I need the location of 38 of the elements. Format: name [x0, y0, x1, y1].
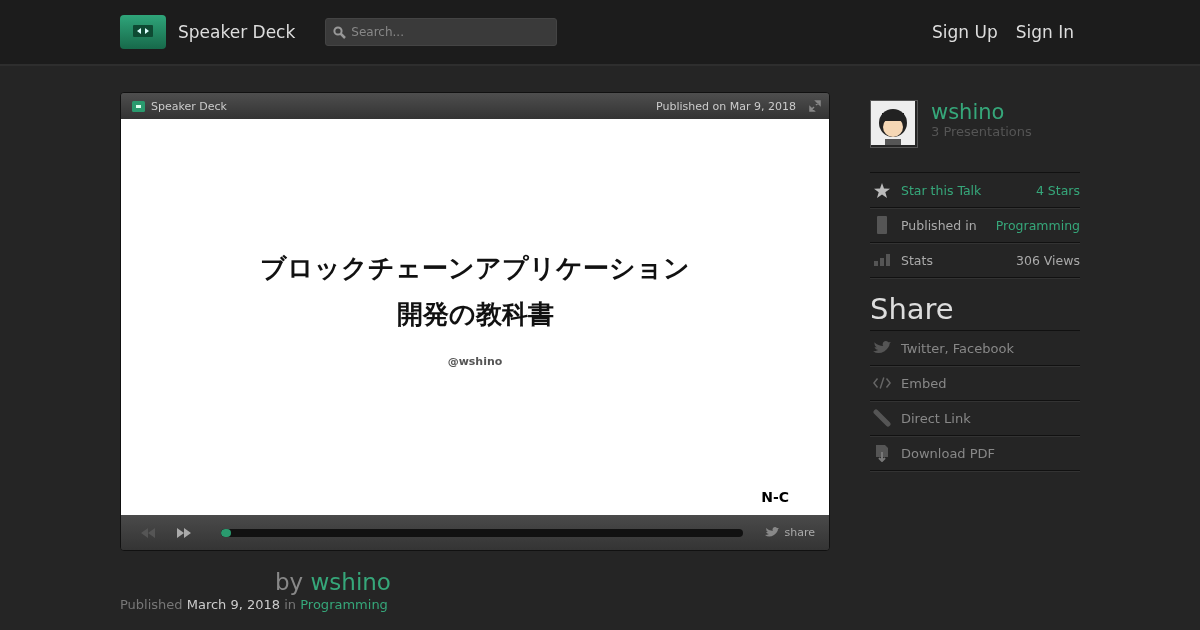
avatar[interactable] [870, 100, 918, 148]
bar-chart-icon [873, 254, 891, 266]
category-link[interactable]: Programming [300, 597, 388, 612]
share-heading: Share [870, 292, 955, 326]
published-date: Published on Mar 9, 2018 [656, 99, 796, 113]
nav-link[interactable]: Sign In [1015, 22, 1074, 42]
bird-icon [764, 527, 779, 538]
share-option[interactable]: Twitter, Facebook [901, 340, 1014, 356]
expand-icon[interactable] [809, 100, 821, 112]
code-icon [873, 377, 891, 389]
progress-track[interactable] [221, 528, 743, 537]
download-file-icon [873, 444, 891, 462]
bird-icon [873, 341, 891, 355]
meta-label: Stats [901, 252, 934, 268]
logo-icon[interactable] [120, 15, 166, 49]
meta-value[interactable]: Programming [995, 217, 1080, 233]
meta-value[interactable]: 4 Stars [1035, 182, 1080, 198]
share-link[interactable]: share [784, 526, 815, 539]
fast-forward-icon[interactable] [177, 527, 191, 538]
by-label: by [275, 569, 304, 595]
search-field[interactable]: Search... [325, 18, 558, 46]
slide-title: ブロックチェーンアプリケーション 開発の教科書 [260, 252, 690, 331]
share-option[interactable]: Download PDF [901, 445, 996, 461]
nav-link[interactable]: Sign Up [932, 22, 998, 42]
meta-value: 306 Views [1016, 252, 1080, 268]
share-option[interactable]: Embed [901, 375, 947, 391]
author-link[interactable]: wshino [310, 569, 391, 595]
brand-name[interactable]: Speaker Deck [178, 22, 296, 42]
slide-logo: N-C [761, 489, 789, 505]
published-line: Published March 9, 2018 in Programming [120, 597, 389, 612]
meta-label[interactable]: Star this Talk [901, 182, 1026, 198]
meta-label: Published in [901, 217, 978, 233]
user-name[interactable]: wshino [931, 100, 1032, 124]
share-option[interactable]: Direct Link [901, 410, 971, 426]
slide-handle: @wshino [447, 355, 503, 368]
player-brand: Speaker Deck [151, 99, 227, 113]
logo-icon [132, 100, 145, 112]
star-icon[interactable] [873, 182, 891, 198]
